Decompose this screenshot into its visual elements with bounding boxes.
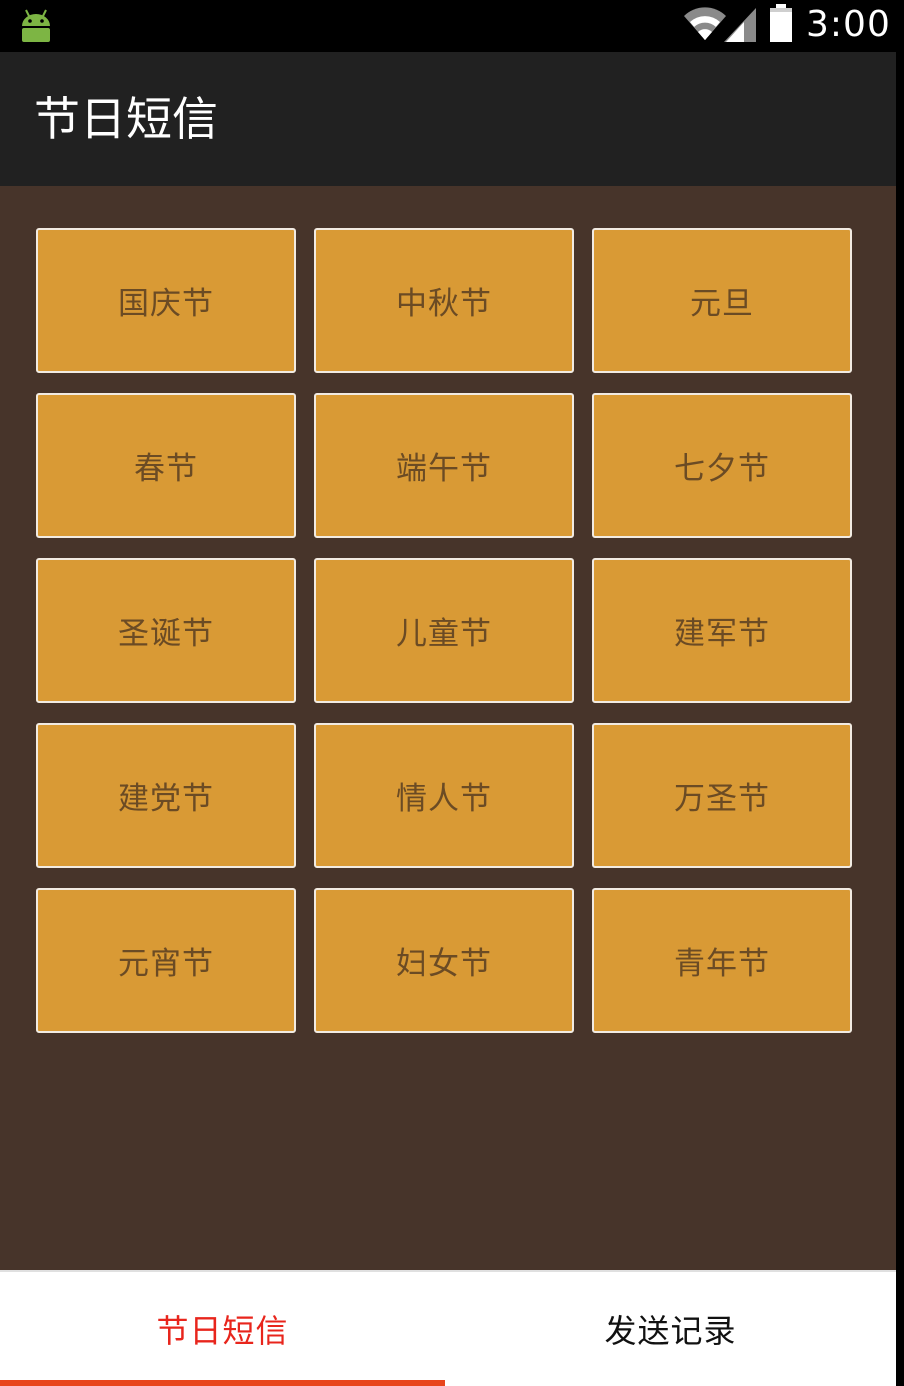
festival-button[interactable]: 妇女节 <box>314 888 574 1033</box>
tab-label: 发送记录 <box>604 1312 737 1350</box>
festival-button[interactable]: 七夕节 <box>592 393 852 538</box>
tab-label: 节日短信 <box>156 1312 289 1350</box>
bottom-tab-bar: 节日短信 发送记录 <box>0 1270 896 1386</box>
selected-tab-indicator <box>0 1380 445 1386</box>
app-title: 节日短信 <box>34 92 218 146</box>
signal-icon <box>724 8 756 42</box>
festival-grid-area: 国庆节 中秋节 元旦 春节 端午节 七夕节 圣诞节 儿童节 建军节 建党节 情人… <box>0 186 896 1270</box>
festival-label: 国庆节 <box>118 286 214 322</box>
festival-label: 建军节 <box>674 616 770 652</box>
festival-button[interactable]: 中秋节 <box>314 228 574 373</box>
festival-label: 建党节 <box>118 781 214 817</box>
festival-button[interactable]: 建党节 <box>36 723 296 868</box>
festival-button[interactable]: 国庆节 <box>36 228 296 373</box>
festival-button[interactable]: 青年节 <box>592 888 852 1033</box>
festival-label: 万圣节 <box>674 781 770 817</box>
festival-button[interactable]: 春节 <box>36 393 296 538</box>
festival-label: 情人节 <box>396 781 492 817</box>
battery-icon <box>770 4 792 42</box>
festival-label: 七夕节 <box>674 451 770 487</box>
festival-label: 儿童节 <box>396 616 492 652</box>
festival-button[interactable]: 圣诞节 <box>36 558 296 703</box>
festival-button[interactable]: 元宵节 <box>36 888 296 1033</box>
festival-label: 春节 <box>134 451 198 487</box>
festival-button[interactable]: 万圣节 <box>592 723 852 868</box>
android-icon <box>22 9 50 42</box>
festival-label: 元宵节 <box>118 946 214 982</box>
festival-label: 圣诞节 <box>118 616 214 652</box>
festival-label: 妇女节 <box>396 946 492 982</box>
festival-label: 端午节 <box>396 451 492 487</box>
festival-label: 中秋节 <box>396 286 492 322</box>
festival-label: 元旦 <box>690 286 754 322</box>
screen: 3:00 节日短信 国庆节 中秋节 元旦 春节 端午节 七夕节 圣诞节 儿童节 … <box>0 0 904 1386</box>
tab-send-history[interactable]: 发送记录 <box>445 1272 896 1386</box>
festival-button[interactable]: 端午节 <box>314 393 574 538</box>
festival-button[interactable]: 元旦 <box>592 228 852 373</box>
festival-button[interactable]: 建军节 <box>592 558 852 703</box>
tab-festival-sms[interactable]: 节日短信 <box>0 1272 445 1386</box>
festival-label: 青年节 <box>674 946 770 982</box>
festival-grid: 国庆节 中秋节 元旦 春节 端午节 七夕节 圣诞节 儿童节 建军节 建党节 情人… <box>36 228 852 1033</box>
festival-button[interactable]: 儿童节 <box>314 558 574 703</box>
status-bar: 3:00 <box>0 0 896 52</box>
festival-button[interactable]: 情人节 <box>314 723 574 868</box>
screen-edge <box>896 0 904 1386</box>
status-clock: 3:00 <box>806 4 891 45</box>
